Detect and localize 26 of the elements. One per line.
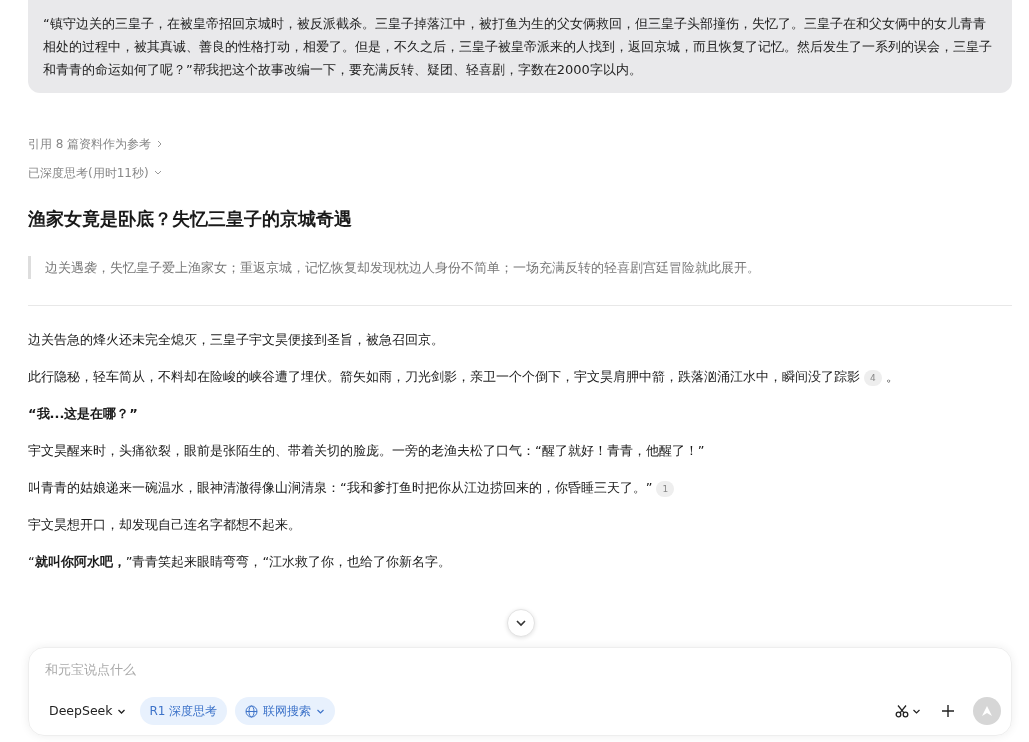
scissors-icon [895,704,909,718]
send-icon [980,704,994,718]
user-message: “镇守边关的三皇子，在被皇帝招回京城时，被反派截杀。三皇子掉落江中，被打鱼为生的父女俩救回，但三皇子头部撞伤，失忆了。三皇子在和父女俩中的女儿青青相处的过程中，被其真诚、善良的性格打动，相爱了。但是，不久之后，三皇子被皇帝派来的人找到，返回京城，而且恢复了记忆。然后发生了一系列的误会，三皇子和青青的命运如何了呢？”帮我把这个故事改编一下，要充满反转、疑团、轻喜剧，字数在2000字以内。 [28,0,1012,93]
globe-icon [245,704,259,718]
deep-think-toggle[interactable]: R1 深度思考 [139,697,228,725]
web-search-toggle[interactable]: 联网搜索 [235,697,336,725]
paragraph-text: 宇文昊醒来时，头痛欲裂，眼前是张陌生的、带着关切的脸庞。一旁的老渔夫松了口气：“醒了就好！青青，他醒了！” [28,443,705,458]
paragraph-text: “我...这是在哪？” [28,406,138,421]
add-button[interactable] [939,702,957,720]
paragraph-text: 叫青青的姑娘递来一碗温水，眼神清澈得像山涧清泉：“我和爹打鱼时把你从江边捞回来的，你昏睡三天了。” [28,480,653,495]
scroll-down-button[interactable] [507,608,535,637]
model-selector[interactable]: DeepSeek [43,701,132,721]
citation-badge[interactable]: 4 [864,369,882,386]
scissors-button[interactable] [893,702,923,720]
plus-icon [941,704,955,718]
summary-quote: 边关遇袭，失忆皇子爱上渔家女；重返京城，记忆恢复却发现枕边人身份不简单；一场充满反转的轻喜剧宫廷冒险就此展开。 [28,255,1012,279]
paragraph-text: 宇文昊想开口，却发现自己连名字都想不起来。 [28,517,301,532]
citation-badge[interactable]: 1 [656,480,675,497]
thinking-toggle[interactable]: 已深度思考(用时11秒) [28,164,163,183]
paragraph-text: 。 [885,369,899,384]
references-toggle[interactable]: 引用 8 篇资料作为参考 [28,135,166,153]
story-title: 渔家女竟是卧底？失忆三皇子的京城奇遇 [28,206,353,231]
message-composer[interactable]: 和元宝说点什么 DeepSeek R1 深度思考 联网搜索 [28,646,1012,736]
paragraph-text: 此行隐秘，轻车简从，不料却在险峻的峡谷遭了埋伏。箭矢如雨，刀光剑影，亲卫一个个倒下，宇文昊肩胛中箭，跌落汹涌江水中，瞬间没了踪影 [28,369,860,384]
paragraph-text: “就叫你阿水吧，”青青笑起来眼睛弯弯，“江水救了你，也给了你新名字。 [28,554,452,569]
paragraph-text: 边关告急的烽火还未完全熄灭，三皇子宇文昊便接到圣旨，被急召回京。 [28,332,444,347]
